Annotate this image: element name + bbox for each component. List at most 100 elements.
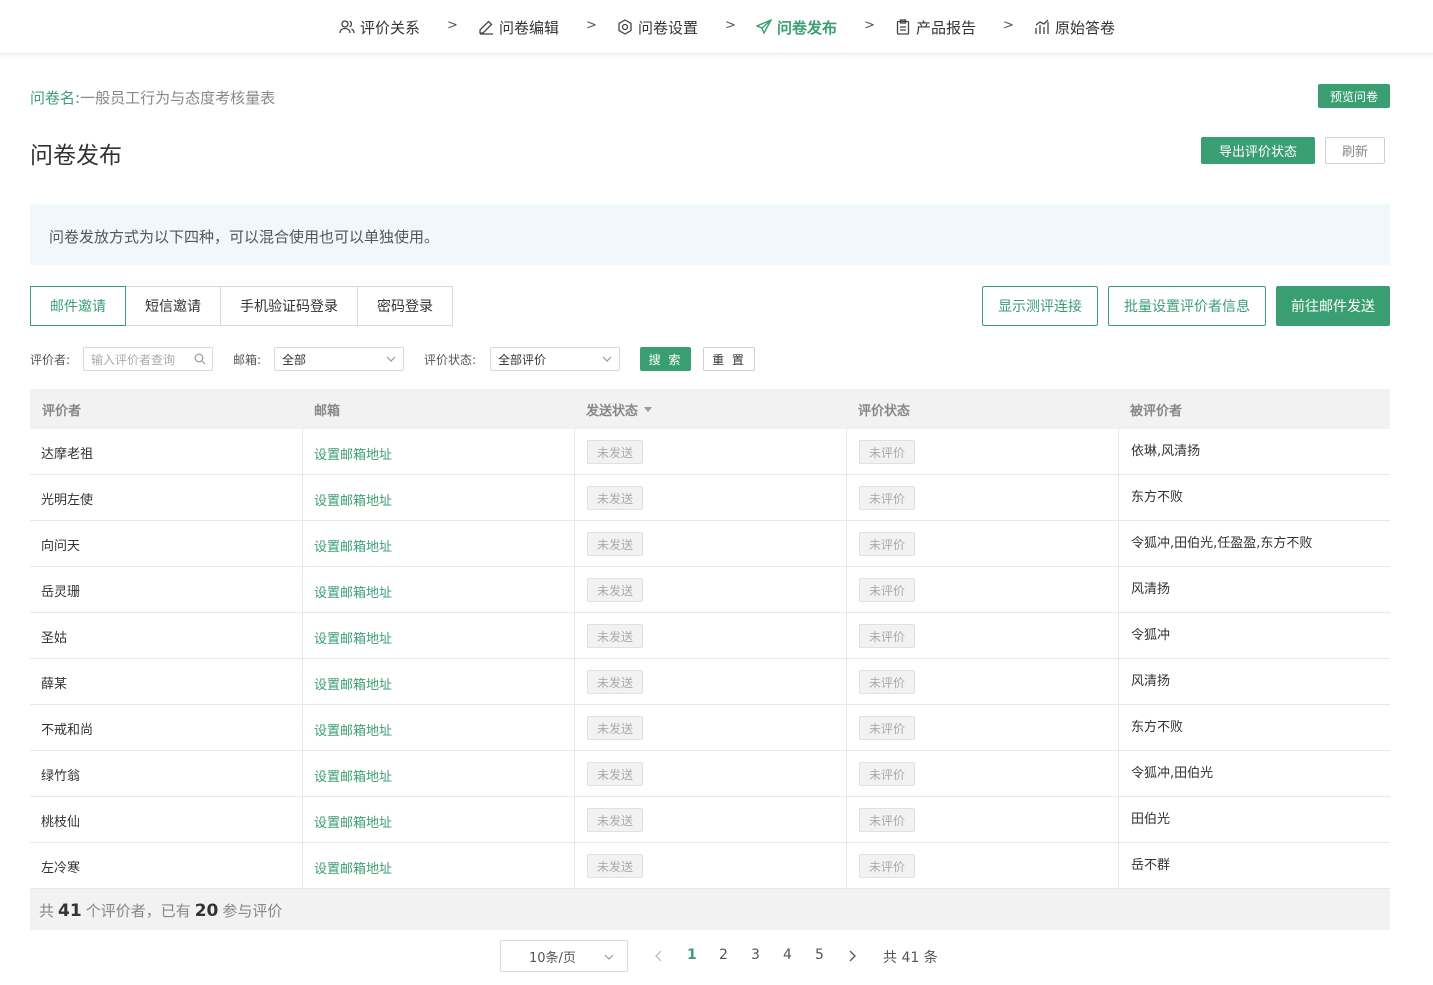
eval-status-badge: 未评价 <box>859 486 916 510</box>
set-email-link[interactable]: 设置邮箱地址 <box>314 766 392 785</box>
evaluator-search-input[interactable]: 输入评价者查询 <box>83 347 213 371</box>
set-email-link[interactable]: 设置邮箱地址 <box>314 674 392 693</box>
cell-email: 设置邮箱地址 <box>302 843 574 889</box>
summary-suffix: 参与评价 <box>222 902 283 920</box>
cell-send-status: 未发送 <box>574 567 846 613</box>
cell-evaluator: 薛某 <box>30 659 302 705</box>
eval-status-badge: 未评价 <box>859 578 916 602</box>
set-email-link[interactable]: 设置邮箱地址 <box>314 858 392 877</box>
cell-email: 设置邮箱地址 <box>302 475 574 521</box>
page-size-select[interactable]: 10条/页 <box>500 940 628 972</box>
cell-email: 设置邮箱地址 <box>302 613 574 659</box>
cell-email: 设置邮箱地址 <box>302 797 574 843</box>
tab-password-login[interactable]: 密码登录 <box>357 286 453 326</box>
refresh-button[interactable]: 刷新 <box>1325 137 1385 164</box>
step-separator: > <box>1003 18 1014 33</box>
page-2[interactable]: 2 <box>719 947 728 963</box>
tab-email-invite[interactable]: 邮件邀请 <box>30 286 126 326</box>
set-email-link[interactable]: 设置邮箱地址 <box>314 490 392 509</box>
eval-status-badge: 未评价 <box>859 808 916 832</box>
chevron-down-icon <box>604 954 614 960</box>
evaluator-filter-label: 评价者: <box>30 353 71 367</box>
cell-send-status: 未发送 <box>574 475 846 521</box>
cell-evaluatees: 东方不败 <box>1118 475 1390 521</box>
tab-phone-code-login[interactable]: 手机验证码登录 <box>220 286 358 326</box>
step-product-report[interactable]: 产品报告 <box>895 16 976 38</box>
cell-evaluator: 岳灵珊 <box>30 567 302 613</box>
distribution-tabs: 邮件邀请 短信邀请 手机验证码登录 密码登录 <box>30 286 453 326</box>
email-filter-select[interactable]: 全部 <box>274 347 404 371</box>
evaluator-name: 向问天 <box>41 539 81 554</box>
column-send-status-label: 发送状态 <box>586 403 639 419</box>
cell-email: 设置邮箱地址 <box>302 521 574 567</box>
set-email-link[interactable]: 设置邮箱地址 <box>314 720 392 739</box>
send-status-badge: 未发送 <box>587 532 644 556</box>
page-1[interactable]: 1 <box>687 947 697 963</box>
cell-email: 设置邮箱地址 <box>302 429 574 475</box>
step-questionnaire-edit[interactable]: 问卷编辑 <box>478 16 559 38</box>
send-status-badge: 未发送 <box>587 670 644 694</box>
table-row: 向问天 设置邮箱地址 未发送 未评价 令狐冲,田伯光,任盈盈,东方不败 <box>30 521 1390 567</box>
evaluatee-names: 风清扬 <box>1131 674 1171 689</box>
column-evaluator: 评价者 <box>42 403 82 419</box>
tab-sms-invite[interactable]: 短信邀请 <box>125 286 221 326</box>
edit-icon <box>479 20 493 35</box>
eval-status-badge: 未评价 <box>859 624 916 648</box>
summary-total: 41 <box>58 901 82 921</box>
step-questionnaire-settings[interactable]: 问卷设置 <box>617 16 698 38</box>
evaluator-name: 左冷寒 <box>41 861 81 876</box>
cell-eval-status: 未评价 <box>846 475 1118 521</box>
cell-eval-status: 未评价 <box>846 429 1118 475</box>
table-summary: 共 41 个评价者，已有 20 参与评价 <box>30 889 1390 930</box>
status-filter-label: 评价状态: <box>424 353 477 367</box>
prev-page-icon[interactable] <box>654 950 664 962</box>
set-email-link[interactable]: 设置邮箱地址 <box>314 444 392 463</box>
reset-button[interactable]: 重 置 <box>703 347 755 371</box>
cell-eval-status: 未评价 <box>846 521 1118 567</box>
set-email-link[interactable]: 设置邮箱地址 <box>314 812 392 831</box>
sort-caret-icon[interactable] <box>644 406 653 412</box>
export-status-button[interactable]: 导出评价状态 <box>1201 137 1315 164</box>
info-text: 问卷发放方式为以下四种，可以混合使用也可以单独使用。 <box>49 228 440 246</box>
status-filter-select[interactable]: 全部评价 <box>490 347 620 371</box>
set-email-link[interactable]: 设置邮箱地址 <box>314 628 392 647</box>
cell-evaluatees: 东方不败 <box>1118 705 1390 751</box>
page-size-value: 10条/页 <box>529 950 576 966</box>
set-email-link[interactable]: 设置邮箱地址 <box>314 536 392 555</box>
next-page-icon[interactable] <box>847 950 857 962</box>
column-email: 邮箱 <box>314 403 341 419</box>
summary-done: 20 <box>194 901 219 921</box>
eval-status-badge: 未评价 <box>859 716 916 740</box>
send-status-badge: 未发送 <box>587 578 644 602</box>
eval-status-badge: 未评价 <box>859 440 916 464</box>
chevron-down-icon <box>602 356 612 362</box>
cell-evaluator: 绿竹翁 <box>30 751 302 797</box>
eval-status-badge: 未评价 <box>859 854 916 878</box>
set-email-link[interactable]: 设置邮箱地址 <box>314 582 392 601</box>
evaluatee-names: 东方不败 <box>1131 490 1184 505</box>
table-row: 左冷寒 设置邮箱地址 未发送 未评价 岳不群 <box>30 843 1390 889</box>
column-send-status[interactable]: 发送状态 <box>574 389 846 429</box>
cell-evaluator: 光明左使 <box>30 475 302 521</box>
page-5[interactable]: 5 <box>815 947 824 963</box>
total-count: 共 41 条 <box>883 950 938 966</box>
go-email-send-button[interactable]: 前往邮件发送 <box>1276 286 1390 326</box>
show-link-button[interactable]: 显示测评连接 <box>982 286 1098 326</box>
batch-set-evaluator-button[interactable]: 批量设置评价者信息 <box>1108 286 1266 326</box>
page-3[interactable]: 3 <box>751 947 760 963</box>
send-status-badge: 未发送 <box>587 716 644 740</box>
page-4[interactable]: 4 <box>783 947 792 963</box>
preview-questionnaire-button[interactable]: 预览问卷 <box>1318 84 1390 108</box>
evaluator-name: 岳灵珊 <box>41 585 81 600</box>
evaluatee-names: 东方不败 <box>1131 720 1184 735</box>
table-row: 桃枝仙 设置邮箱地址 未发送 未评价 田伯光 <box>30 797 1390 843</box>
step-questionnaire-publish[interactable]: 问卷发布 <box>756 16 837 38</box>
send-status-badge: 未发送 <box>587 854 644 878</box>
step-evaluation-relation[interactable]: 评价关系 <box>339 16 420 38</box>
cell-eval-status: 未评价 <box>846 705 1118 751</box>
send-status-badge: 未发送 <box>587 808 644 832</box>
email-filter-label: 邮箱: <box>233 353 262 367</box>
chart-icon <box>1035 19 1049 34</box>
search-button[interactable]: 搜 索 <box>640 347 691 371</box>
step-raw-answers[interactable]: 原始答卷 <box>1034 16 1115 38</box>
